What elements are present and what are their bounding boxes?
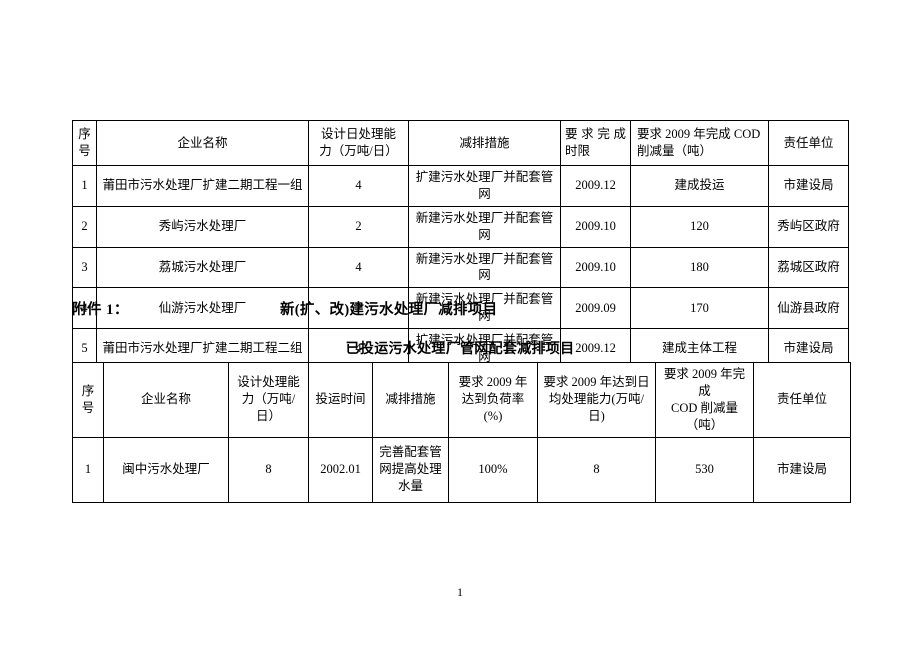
cell-cod-reduction: 建成投运: [630, 165, 769, 207]
header-index-line2: 号: [78, 144, 91, 158]
table-row: 1 闽中污水处理厂 8 2002.01 完善配套管 网提高处理 水量 100% …: [72, 436, 851, 503]
cell-operation-date: 2002.01: [308, 436, 373, 503]
header-load-rate: 要求 2009 年 达到负荷率(%): [448, 362, 538, 438]
header-measure: 减排措施: [408, 120, 561, 166]
header-daily-capacity-line2: 均处理能力(万吨/日): [548, 392, 645, 424]
header-deadline-line1: 要求完成: [565, 127, 626, 142]
cell-design-capacity: 8: [228, 436, 309, 503]
header-design-capacity-line1: 设计处理能: [237, 375, 300, 390]
cell-cod-reduction: 530: [655, 436, 754, 503]
cell-measure: 扩建污水处理厂并配套管网: [408, 165, 561, 207]
header-cod-reduction: 要求 2009 年完成 COD 削减量（吨）: [630, 120, 769, 166]
page-number: 1: [457, 585, 463, 599]
header-design-capacity: 设计处理能 力（万吨/日）: [228, 362, 309, 438]
cell-responsible-unit: 仙游县政府: [768, 287, 849, 329]
cell-cod-reduction: 170: [630, 287, 769, 329]
cell-measure-line1: 完善配套管: [379, 445, 442, 460]
header-index-line2: 号: [81, 400, 95, 415]
header-enterprise-name: 企业名称: [103, 362, 229, 438]
cell-index: 1: [72, 165, 97, 207]
cell-cod-reduction: 120: [630, 205, 769, 248]
header-index-line1: 序: [81, 383, 95, 398]
header-index-line1: 序: [78, 127, 91, 142]
header-responsible-unit: 责任单位: [768, 120, 849, 166]
table-row: 3 荔城污水处理厂 4 新建污水处理厂并配套管网 2009.10 180 荔城区…: [72, 246, 849, 289]
header-design-capacity-line1: 设计日处理能: [320, 127, 396, 142]
cell-measure: 新建污水处理厂并配套管网: [408, 246, 561, 289]
cell-enterprise-name: 荔城污水处理厂: [96, 246, 309, 289]
cell-index: 2: [72, 205, 97, 248]
cell-measure-line2: 网提高处理: [379, 462, 442, 477]
cell-measure-line3: 水量: [397, 478, 423, 493]
header-load-rate-line2: 达到负荷率(%): [461, 392, 525, 424]
section-title-operational-pipeline: 已投运污水处理厂管网配套减排项目: [345, 342, 575, 357]
header-cod-reduction: 要求 2009 年完成 COD 削减量（吨）: [655, 362, 754, 438]
cell-measure: 完善配套管 网提高处理 水量: [372, 436, 449, 503]
reduction-projects-table: 序 号 企业名称 设计日处理能 力（万吨/日） 减排措施 要求完成 时限 要求 …: [72, 120, 849, 370]
cell-index: 1: [72, 436, 104, 503]
cell-index: 3: [72, 246, 97, 289]
cell-deadline: 2009.09: [560, 287, 631, 329]
cell-design-capacity: 4: [308, 246, 409, 289]
section-title-new-construction: 新(扩、改)建污水处理厂减排项目: [280, 302, 498, 318]
operational-plants-table: 序 号 企业名称 设计处理能 力（万吨/日） 投运时间 减排措施 要求 2009…: [72, 362, 851, 503]
cell-load-rate: 100%: [448, 436, 538, 503]
cell-enterprise-name: 秀屿污水处理厂: [96, 205, 309, 248]
header-deadline-line2: 时限: [565, 144, 591, 158]
cell-responsible-unit: 荔城区政府: [768, 246, 849, 289]
cell-measure: 新建污水处理厂并配套管网: [408, 205, 561, 248]
header-daily-capacity: 要求 2009 年达到日 均处理能力(万吨/日): [537, 362, 656, 438]
header-daily-capacity-line1: 要求 2009 年达到日: [543, 375, 650, 390]
cell-enterprise-name: 莆田市污水处理厂扩建二期工程一组: [96, 165, 309, 207]
cell-daily-capacity: 8: [537, 436, 656, 503]
header-design-capacity-line2: 力（万吨/日）: [241, 392, 296, 424]
cell-deadline: 2009.12: [560, 165, 631, 207]
header-design-capacity: 设计日处理能 力（万吨/日）: [308, 120, 409, 166]
header-design-capacity-line2: 力（万吨/日）: [319, 144, 398, 158]
header-cod-line2: COD 削减量（吨）: [670, 400, 739, 432]
table-two-header-row: 序 号 企业名称 设计处理能 力（万吨/日） 投运时间 减排措施 要求 2009…: [72, 362, 851, 438]
cell-responsible-unit: 秀屿区政府: [768, 205, 849, 248]
cell-enterprise-name: 闽中污水处理厂: [103, 436, 229, 503]
cell-responsible-unit: 市建设局: [753, 436, 851, 503]
table-one-header-row: 序 号 企业名称 设计日处理能 力（万吨/日） 减排措施 要求完成 时限 要求 …: [72, 120, 849, 166]
header-responsible-unit: 责任单位: [753, 362, 851, 438]
cell-responsible-unit: 市建设局: [768, 165, 849, 207]
cell-deadline: 2009.10: [560, 205, 631, 248]
header-enterprise-name: 企业名称: [96, 120, 309, 166]
header-index: 序 号: [72, 362, 104, 438]
header-measure: 减排措施: [372, 362, 449, 438]
cell-deadline: 2009.10: [560, 246, 631, 289]
cell-cod-reduction: 180: [630, 246, 769, 289]
header-cod-line1: 要求 2009 年完成: [663, 367, 746, 398]
table-row: 2 秀屿污水处理厂 2 新建污水处理厂并配套管网 2009.10 120 秀屿区…: [72, 205, 849, 248]
header-load-rate-line1: 要求 2009 年: [458, 375, 528, 390]
header-operation-date: 投运时间: [308, 362, 373, 438]
header-cod-line1: 要求 2009 年完成 COD: [637, 127, 761, 142]
cell-design-capacity: 2: [308, 205, 409, 248]
header-index: 序 号: [72, 120, 97, 166]
header-cod-line2: 削减量（吨）: [637, 144, 713, 158]
cell-design-capacity: 4: [308, 165, 409, 207]
table-row: 1 莆田市污水处理厂扩建二期工程一组 4 扩建污水处理厂并配套管网 2009.1…: [72, 165, 849, 207]
attachment-label: 附件 1：: [72, 302, 129, 318]
document-page: 序 号 企业名称 设计日处理能 力（万吨/日） 减排措施 要求完成 时限 要求 …: [0, 0, 920, 651]
header-deadline: 要求完成 时限: [560, 120, 631, 166]
